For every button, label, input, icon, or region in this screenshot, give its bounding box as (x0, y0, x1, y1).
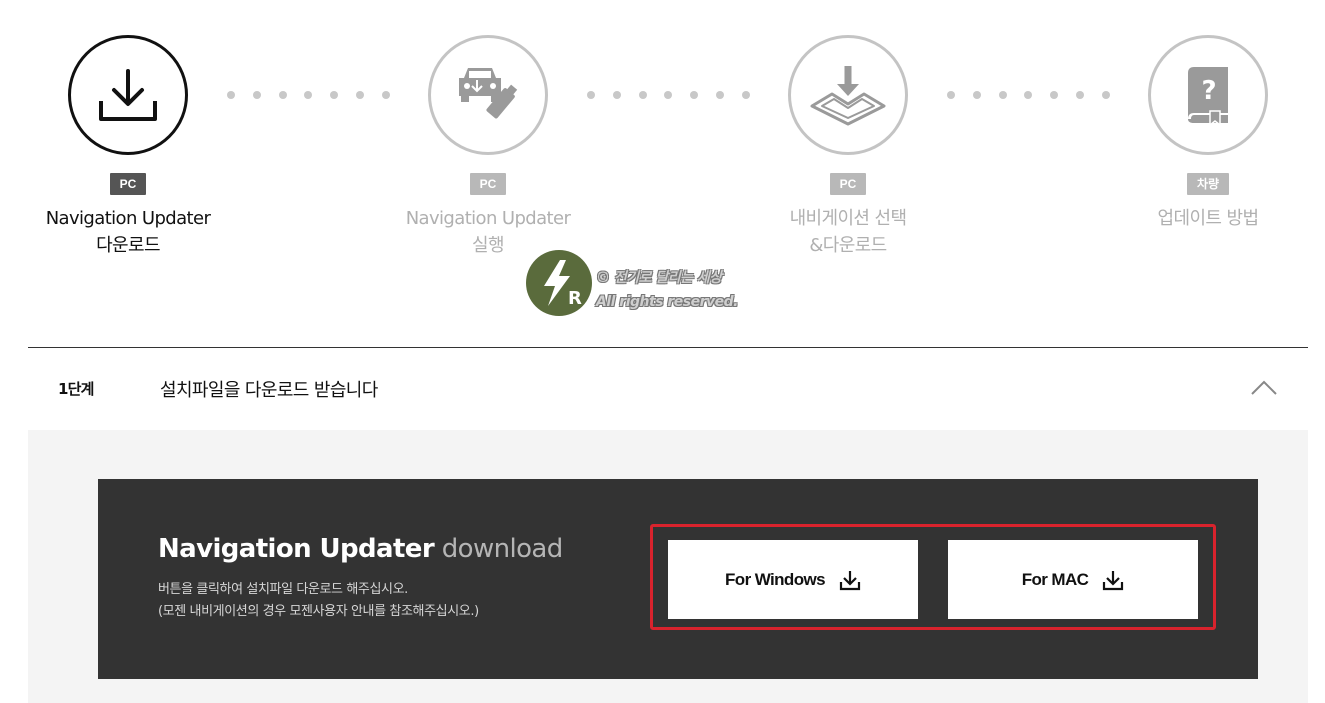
box-download-icon (810, 66, 886, 126)
accordion-body: Navigation Updater download 버튼을 클릭하여 설치파… (28, 430, 1308, 703)
download-heading: Navigation Updater download (158, 534, 563, 564)
manual-book-icon: ? (1188, 67, 1228, 125)
step-download: PC Navigation Updater 다운로드 (8, 0, 248, 259)
step-circle: ? (1148, 35, 1268, 155)
for-mac-button[interactable]: For MAC (948, 540, 1198, 619)
car-usb-icon (459, 68, 518, 119)
step-update-guide: ? 차량 업데이트 방법 (1088, 0, 1325, 232)
step-circle (788, 35, 908, 155)
step-badge: PC (829, 173, 867, 195)
lightning-logo-icon: R (526, 250, 592, 316)
chevron-up-icon[interactable] (1250, 378, 1278, 398)
step-badge: PC (109, 173, 147, 195)
accordion-header[interactable]: 1단계 설치파일을 다운로드 받습니다 (28, 347, 1308, 430)
download-icon (839, 570, 861, 590)
svg-text:?: ? (1201, 76, 1216, 106)
accordion-title: 설치파일을 다운로드 받습니다 (160, 380, 378, 401)
download-description: 버튼을 클릭하여 설치파일 다운로드 해주십시오. (모젠 내비게이션의 경우 … (158, 582, 479, 619)
step-select-download: PC 내비게이션 선택 &다운로드 (728, 0, 968, 259)
step-badge: PC (469, 173, 507, 195)
for-windows-button[interactable]: For Windows (668, 540, 918, 619)
download-icon (99, 69, 157, 121)
step-title: 업데이트 방법 (1157, 208, 1259, 229)
step-title: 내비게이션 선택 &다운로드 (789, 208, 907, 256)
watermark-text: © 전기로 달리는 세상 All rights reserved. (596, 270, 739, 310)
watermark: R © 전기로 달리는 세상 All rights reserved. (526, 250, 756, 320)
step-circle (68, 35, 188, 155)
accordion-step-label: 1단계 (58, 380, 94, 398)
download-panel: Navigation Updater download 버튼을 클릭하여 설치파… (98, 479, 1258, 679)
step-title: Navigation Updater 다운로드 (45, 208, 211, 256)
step-run: PC Navigation Updater 실행 (368, 0, 608, 259)
svg-text:R: R (568, 288, 582, 308)
step-badge: 차량 (1186, 173, 1230, 195)
step-circle (428, 35, 548, 155)
download-icon (1103, 570, 1124, 590)
